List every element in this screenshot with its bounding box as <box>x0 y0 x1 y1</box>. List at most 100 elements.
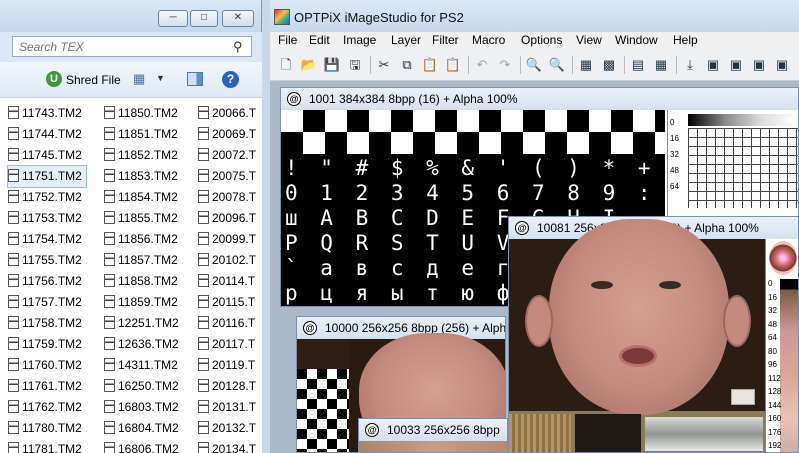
file-item[interactable]: 20072.T <box>198 145 260 166</box>
file-item[interactable]: 20117.T <box>198 334 259 355</box>
file-item[interactable]: 11756.TM2 <box>8 271 86 292</box>
menu-options[interactable]: Options <box>521 33 562 47</box>
file-icon <box>104 106 115 119</box>
file-item[interactable]: 14311.TM2 <box>104 355 182 376</box>
file-item[interactable]: 11855.TM2 <box>104 208 182 229</box>
tile-icon[interactable]: ▣ <box>703 55 723 75</box>
help-icon[interactable]: ? <box>222 71 239 88</box>
file-item[interactable]: 11859.TM2 <box>104 292 182 313</box>
compare-icon[interactable]: ▣ <box>772 55 792 75</box>
file-item[interactable]: 11760.TM2 <box>8 355 86 376</box>
file-item[interactable]: 11852.TM2 <box>104 145 182 166</box>
views-dropdown-icon[interactable]: ▼ <box>156 73 165 83</box>
undo-icon[interactable]: ↶ <box>472 55 492 75</box>
shred-icon[interactable]: U <box>46 71 62 87</box>
redo-icon[interactable]: ↷ <box>495 55 515 75</box>
menu-window[interactable]: Window <box>615 33 658 47</box>
file-item[interactable]: 11854.TM2 <box>104 187 182 208</box>
file-item[interactable]: 20096.T <box>198 208 260 229</box>
file-item[interactable]: 11759.TM2 <box>8 334 86 355</box>
search-icon[interactable]: ⚲ <box>233 39 245 54</box>
file-item[interactable]: 20075.T <box>198 166 260 187</box>
file-item[interactable]: 16250.TM2 <box>104 376 183 397</box>
search-input[interactable] <box>19 39 219 54</box>
image-window-10081[interactable]: 10081 256x256 8bpp (256) + Alpha 100% @ … <box>508 216 799 453</box>
file-item[interactable]: 11780.TM2 <box>8 418 86 439</box>
file-item[interactable]: 11761.TM2 <box>8 376 86 397</box>
file-item[interactable]: 11751.TM2 <box>7 165 87 188</box>
grid-icon[interactable]: ▦ <box>576 55 596 75</box>
file-item[interactable]: 20114.T <box>198 271 259 292</box>
copy-icon[interactable]: ⧉ <box>397 55 417 75</box>
save-as-icon[interactable]: 🖫 <box>345 55 365 75</box>
file-item[interactable]: 11754.TM2 <box>8 229 86 250</box>
file-item[interactable]: 12251.TM2 <box>104 313 183 334</box>
close-button[interactable]: ✕ <box>222 10 254 27</box>
file-item[interactable]: 11755.TM2 <box>8 250 86 271</box>
menu-file[interactable]: File <box>278 33 297 47</box>
palette-index-label: 64 <box>670 182 679 191</box>
file-item[interactable]: 20115.T <box>198 292 259 313</box>
file-item[interactable]: 20116.T <box>198 313 259 334</box>
menu-layer[interactable]: Layer <box>391 33 421 47</box>
save-icon[interactable]: 💾 <box>322 55 342 75</box>
layout-icon[interactable]: ▣ <box>749 55 769 75</box>
file-item[interactable]: 11850.TM2 <box>104 103 182 124</box>
file-item[interactable]: 20066.T <box>198 103 260 124</box>
file-item[interactable]: 16803.TM2 <box>104 397 183 418</box>
file-item[interactable]: 11745.TM2 <box>8 145 86 166</box>
palette-grid-icon[interactable]: ▦ <box>651 55 671 75</box>
zoom-out-icon[interactable]: 🔍 <box>547 55 567 75</box>
paste-special-icon[interactable]: 📋 <box>443 55 463 75</box>
file-item[interactable]: 16806.TM2 <box>104 439 183 453</box>
search-box[interactable]: ⚲ <box>12 36 252 57</box>
file-item[interactable]: 20128.T <box>198 376 260 397</box>
file-item[interactable]: 12636.TM2 <box>104 334 183 355</box>
file-item[interactable]: 20134.T <box>198 439 260 453</box>
import-icon[interactable]: ⤓ <box>680 55 700 75</box>
menu-image[interactable]: Image <box>343 33 376 47</box>
cut-icon[interactable]: ✂ <box>374 55 394 75</box>
menu-view[interactable]: View <box>576 33 602 47</box>
file-item[interactable]: 20131.T <box>198 397 260 418</box>
menu-edit[interactable]: Edit <box>309 33 330 47</box>
file-item[interactable]: 11762.TM2 <box>8 397 86 418</box>
no-grid-icon[interactable]: ▩ <box>599 55 619 75</box>
image-window-10033[interactable]: 10033 256x256 8bpp @ <box>358 418 508 453</box>
file-item[interactable]: 11857.TM2 <box>104 250 182 271</box>
file-name: 20075.T <box>212 169 257 183</box>
open-icon[interactable]: 📂 <box>299 55 319 75</box>
file-item[interactable]: 11743.TM2 <box>8 103 86 124</box>
paste-icon[interactable]: 📋 <box>420 55 440 75</box>
maximize-button[interactable]: □ <box>190 10 218 27</box>
file-item[interactable]: 11853.TM2 <box>104 166 182 187</box>
file-item[interactable]: 20078.T <box>198 187 260 208</box>
file-item[interactable]: 11851.TM2 <box>104 124 182 145</box>
palette-icon[interactable]: ▤ <box>628 55 648 75</box>
menu-filter[interactable]: Filter <box>432 33 459 47</box>
arrange-icon[interactable]: ▣ <box>726 55 746 75</box>
file-item[interactable]: 11744.TM2 <box>8 124 86 145</box>
views-icon[interactable]: ▦ <box>133 71 145 87</box>
file-item[interactable]: 11856.TM2 <box>104 229 182 250</box>
file-item[interactable]: 20102.T <box>198 250 260 271</box>
palette-10081[interactable]: 0 16 32 48 64 80 96 112 128 144 160 176 192 <box>765 239 798 452</box>
file-item[interactable]: 11757.TM2 <box>8 292 86 313</box>
minimize-button[interactable]: ─ <box>158 10 188 27</box>
shred-file-button[interactable]: Shred File <box>66 73 121 87</box>
preview-pane-icon[interactable] <box>187 72 203 86</box>
new-file-icon[interactable]: 🗋 <box>276 55 296 75</box>
file-item[interactable]: 20119.T <box>198 355 259 376</box>
file-item[interactable]: 11753.TM2 <box>8 208 86 229</box>
menu-macro[interactable]: Macro <box>472 33 505 47</box>
zoom-in-icon[interactable]: 🔍 <box>524 55 544 75</box>
file-item[interactable]: 20069.T <box>198 124 260 145</box>
file-item[interactable]: 11781.TM2 <box>8 439 86 453</box>
file-item[interactable]: 20132.T <box>198 418 260 439</box>
menu-help[interactable]: Help <box>673 33 698 47</box>
file-item[interactable]: 11858.TM2 <box>104 271 182 292</box>
file-item[interactable]: 16804.TM2 <box>104 418 183 439</box>
file-item[interactable]: 20099.T <box>198 229 260 250</box>
file-item[interactable]: 11752.TM2 <box>8 187 86 208</box>
file-item[interactable]: 11758.TM2 <box>8 313 86 334</box>
